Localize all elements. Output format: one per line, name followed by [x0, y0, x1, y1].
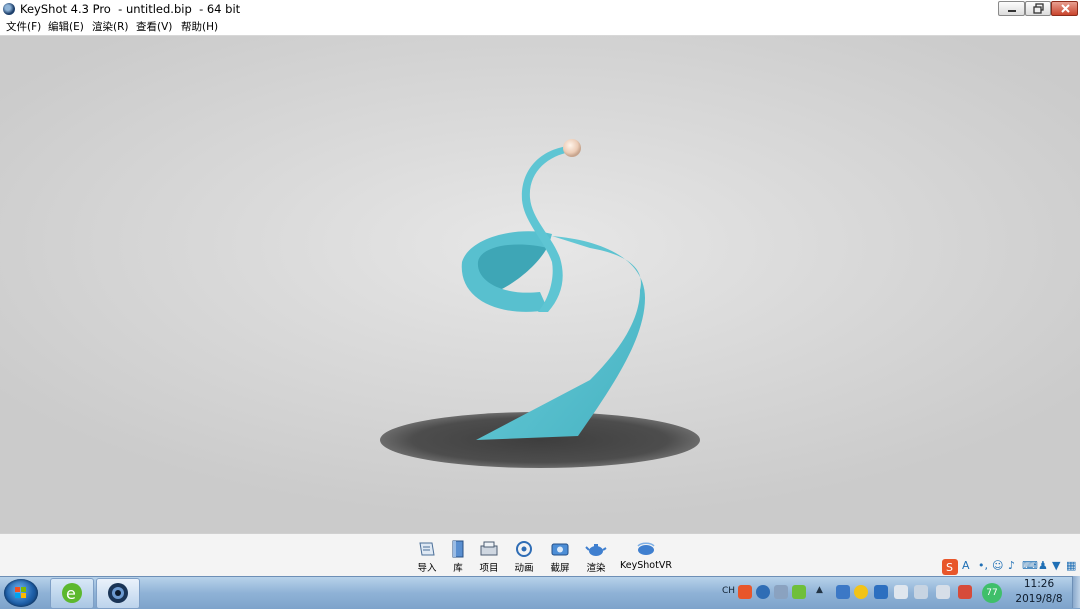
- close-icon: [1061, 4, 1070, 13]
- tray-sogou-icon[interactable]: [738, 585, 752, 599]
- sogou-s-icon[interactable]: S: [942, 559, 958, 575]
- svg-text:e: e: [66, 584, 76, 603]
- tray-language[interactable]: CH: [722, 586, 735, 596]
- menu-render[interactable]: 渲染(R): [92, 19, 129, 34]
- keyshotvr-icon: [637, 542, 655, 555]
- svg-text:S: S: [946, 561, 953, 574]
- keyshot-app-icon[interactable]: [3, 3, 15, 15]
- render-viewport[interactable]: [0, 36, 1080, 533]
- keyshotvr-button[interactable]: KeyShotVR: [616, 540, 676, 576]
- minimize-icon: [1008, 10, 1016, 12]
- system-tray: CH ▲ 77: [712, 577, 1012, 609]
- menu-edit[interactable]: 编辑(E): [48, 19, 84, 34]
- ime-toolbar: S A •, ☺ ♪ ⌨ ♟ ▼ ▦: [940, 558, 1080, 576]
- start-button[interactable]: [4, 579, 38, 607]
- tray-network-icon[interactable]: [774, 585, 788, 599]
- taskbar-keyshot-button[interactable]: [96, 578, 140, 609]
- menu-help[interactable]: 帮助(H): [181, 19, 218, 34]
- clock-time[interactable]: 11:26: [1016, 578, 1062, 590]
- skin-shirt-icon[interactable]: ▼: [1052, 559, 1060, 572]
- taskbar: e CH ▲ 77: [0, 576, 1080, 609]
- animation-icon: [516, 541, 532, 557]
- menu-view[interactable]: 查看(V): [136, 19, 172, 34]
- tray-device-icon[interactable]: [894, 585, 908, 599]
- restore-icon: [1033, 3, 1044, 14]
- menu-file[interactable]: 文件(F): [6, 19, 41, 34]
- microphone-icon[interactable]: ♪: [1008, 559, 1015, 572]
- grid-menu-icon[interactable]: ▦: [1066, 559, 1076, 572]
- screenshot-icon: [551, 543, 569, 556]
- project-icon: [480, 541, 498, 556]
- show-desktop-button[interactable]: [1072, 576, 1080, 608]
- title-bar: KeyShot 4.3 Pro - untitled.bip - 64 bit: [0, 0, 1080, 19]
- tray-help-icon[interactable]: [756, 585, 770, 599]
- emoji-icon[interactable]: ☺: [992, 559, 1003, 572]
- ime-mode-letter[interactable]: A: [962, 559, 970, 572]
- minimize-button[interactable]: [998, 1, 1025, 16]
- tray-shield-icon[interactable]: [874, 585, 888, 599]
- render-teapot-icon: [585, 544, 607, 556]
- window-title: KeyShot 4.3 Pro - untitled.bip - 64 bit: [20, 2, 241, 16]
- tray-security-icon[interactable]: [854, 585, 868, 599]
- keyshotvr-label: KeyShotVR: [620, 560, 672, 571]
- keyboard-icon[interactable]: ⌨: [1022, 559, 1038, 572]
- user-icon[interactable]: ♟: [1038, 559, 1048, 572]
- taskbar-browser-button[interactable]: e: [50, 578, 94, 609]
- keyshot-taskbar-icon: [108, 583, 128, 603]
- menu-bar: 文件(F) 编辑(E) 渲染(R) 查看(V) 帮助(H): [0, 18, 1080, 36]
- import-icon: [419, 542, 435, 556]
- close-button[interactable]: [1051, 1, 1078, 16]
- render-button[interactable]: 渲染: [574, 540, 618, 576]
- scene-canvas: [380, 139, 700, 468]
- ribbon-end-sphere: [563, 139, 581, 157]
- restore-button[interactable]: [1025, 1, 1051, 16]
- punctuation-icon[interactable]: •,: [978, 559, 988, 572]
- tray-disconnected-icon[interactable]: [958, 585, 972, 599]
- tray-app-icon[interactable]: [836, 585, 850, 599]
- tray-badge[interactable]: 77: [982, 583, 1002, 603]
- tray-battery-icon[interactable]: [792, 585, 806, 599]
- tray-volume-icon[interactable]: [936, 585, 950, 599]
- main-toolbar: 导入 库 项目 动画 截屏 渲染 KeyShotVR: [0, 533, 1080, 577]
- ribbon-stem: [521, 146, 570, 312]
- browser-e-icon: e: [62, 583, 82, 603]
- render-label: 渲染: [586, 563, 606, 574]
- clock-date[interactable]: 2019/8/8: [1010, 593, 1068, 605]
- tray-signal-icon[interactable]: [914, 585, 928, 599]
- tray-expand-icon[interactable]: ▲: [816, 585, 824, 599]
- library-icon: [452, 540, 464, 558]
- windows-logo-icon: [15, 587, 26, 598]
